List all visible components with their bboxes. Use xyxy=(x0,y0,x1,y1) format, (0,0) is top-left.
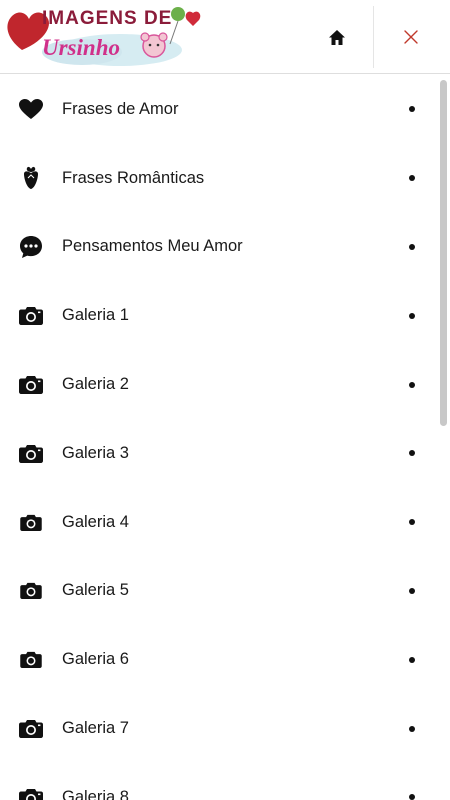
menu-item-label: Galeria 8 xyxy=(62,787,129,800)
menu-item-galeria-3[interactable]: Galeria 3 xyxy=(0,419,436,488)
home-button[interactable] xyxy=(316,18,358,56)
chat-bubble-icon xyxy=(18,234,44,260)
menu-item-pensamentos-meu-amor[interactable]: Pensamentos Meu Amor xyxy=(0,213,436,282)
menu-item-frases-romanticas[interactable]: Frases Românticas xyxy=(0,144,436,213)
menu-item-galeria-2[interactable]: Galeria 2 xyxy=(0,350,436,419)
menu-item-galeria-7[interactable]: Galeria 7 xyxy=(0,694,436,763)
menu-item-label: Galeria 3 xyxy=(62,443,129,462)
heart-icon xyxy=(18,96,44,122)
bullet-icon xyxy=(409,381,415,388)
close-button[interactable] xyxy=(390,18,432,56)
menu-item-galeria-5[interactable]: Galeria 5 xyxy=(0,557,436,626)
camera-icon xyxy=(18,784,44,800)
camera-icon xyxy=(18,578,44,604)
header-divider xyxy=(373,6,374,68)
bullet-icon xyxy=(409,312,415,319)
menu-item-label: Pensamentos Meu Amor xyxy=(62,237,243,256)
bullet-icon xyxy=(409,519,415,526)
home-icon xyxy=(329,29,345,45)
menu-item-label: Frases Românticas xyxy=(62,168,205,187)
logo-balloon-icon xyxy=(185,11,201,26)
camera-icon xyxy=(18,647,44,673)
bullet-icon xyxy=(409,587,415,594)
menu-item-frases-de-amor[interactable]: Frases de Amor xyxy=(0,75,436,144)
menu-item-label: Galeria 5 xyxy=(62,581,129,600)
header: IMAGENS DE Ursinho xyxy=(0,0,450,74)
camera-icon xyxy=(18,716,44,742)
menu-item-label: Galeria 4 xyxy=(62,512,129,531)
menu-item-label: Galeria 6 xyxy=(62,650,129,669)
scrollbar-thumb[interactable] xyxy=(440,80,447,426)
camera-icon xyxy=(18,372,44,398)
menu-item-galeria-4[interactable]: Galeria 4 xyxy=(0,488,436,557)
bullet-icon xyxy=(409,725,415,732)
camera-icon xyxy=(18,440,44,466)
logo-title-line1: IMAGENS DE xyxy=(42,8,172,29)
menu-item-galeria-1[interactable]: Galeria 1 xyxy=(0,281,436,350)
menu-item-label: Galeria 2 xyxy=(62,375,129,394)
rose-icon xyxy=(18,165,44,191)
menu-item-label: Galeria 1 xyxy=(62,306,129,325)
bullet-icon xyxy=(409,794,415,800)
menu-item-label: Galeria 7 xyxy=(62,719,129,738)
camera-icon xyxy=(18,509,44,535)
bullet-icon xyxy=(409,106,415,113)
site-logo[interactable]: IMAGENS DE Ursinho xyxy=(2,2,208,70)
menu-item-galeria-8[interactable]: Galeria 8 xyxy=(0,763,436,800)
camera-icon xyxy=(18,303,44,329)
bullet-icon xyxy=(409,243,415,250)
logo-balloon-icon xyxy=(171,7,185,21)
close-icon xyxy=(404,30,418,44)
bullet-icon xyxy=(409,175,415,182)
menu-item-label: Frases de Amor xyxy=(62,99,179,118)
menu-item-galeria-6[interactable]: Galeria 6 xyxy=(0,625,436,694)
logo-title-line2: Ursinho xyxy=(42,35,120,60)
menu-list: Frases de Amor Frases Românticas Pensame… xyxy=(0,75,436,800)
bullet-icon xyxy=(409,656,415,663)
bullet-icon xyxy=(409,450,415,457)
